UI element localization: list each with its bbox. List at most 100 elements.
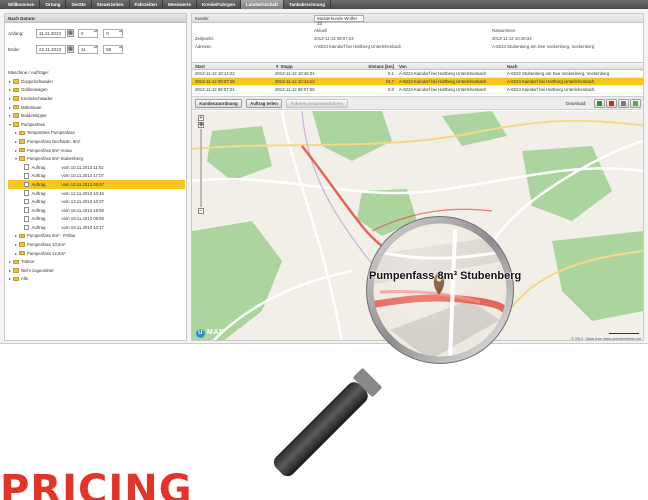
header-start[interactable]: Start xyxy=(192,63,272,69)
tree-node[interactable]: ▸ Muldenkipper xyxy=(8,111,185,120)
folder-icon xyxy=(19,147,25,153)
collapsed-arrow-icon[interactable]: ▸ xyxy=(8,79,12,84)
collapsed-arrow-icon[interactable]: ▸ xyxy=(8,259,12,264)
end-hour-spinner[interactable]: 11 xyxy=(78,44,98,54)
collapsed-arrow-icon[interactable]: ▸ xyxy=(14,233,18,238)
auftrag-teilen-button[interactable]: Auftrag teilen xyxy=(246,99,282,108)
tree-node[interactable]: ▸ Pumpenfass 12,5m³ xyxy=(8,249,185,258)
print-download-button[interactable] xyxy=(618,99,629,108)
pricing-heading: PRICING xyxy=(0,467,193,500)
start-label: Anfang: xyxy=(8,30,24,36)
end-minute-spinner[interactable]: 55 xyxy=(103,44,124,54)
header-stopp[interactable]: ▼ Stopp xyxy=(272,63,356,69)
calendar-icon[interactable]: ▦ xyxy=(67,29,74,37)
map-export-download-button[interactable] xyxy=(630,99,641,108)
order-item[interactable]: Auftrag vom 10.11.2013 11:02 xyxy=(8,163,185,172)
order-item[interactable]: Auftrag vom 19.11.2013 06:55 xyxy=(8,215,185,224)
magnified-order-label: Pumpenfass 8m³ Stubenberg xyxy=(369,270,522,282)
order-item[interactable]: Auftrag vom 10.11.2013 17:07 xyxy=(8,172,185,181)
header-distance[interactable]: Distanz [km] xyxy=(356,63,396,69)
start-hour-spinner[interactable]: 0 xyxy=(78,28,98,38)
zoom-in-button[interactable]: + xyxy=(198,115,204,121)
tree-node[interactable]: ▸ Doppelschwader xyxy=(8,77,185,86)
end-date-field[interactable]: 22.11.2013 xyxy=(36,44,66,54)
document-icon xyxy=(24,173,29,179)
order-item[interactable]: Auftrag vom 12.11.2013 10:46 xyxy=(8,189,185,198)
customer-field[interactable]: Musterkunde Wolfer 33 xyxy=(314,15,364,26)
document-icon xyxy=(24,190,29,196)
collapsed-arrow-icon[interactable]: ▸ xyxy=(8,268,12,273)
order-item[interactable]: Auftrag vom 13.11.2013 10:37 xyxy=(8,197,185,206)
folder-icon xyxy=(13,259,19,265)
action-toolbar: Kundenzuordnung Auftrag teilen Fahrten z… xyxy=(192,96,643,110)
header-nach[interactable]: Nach xyxy=(504,63,643,69)
table-row[interactable]: 2013-11-12 08:07:24 2013-11-12 08:07:55 0,… xyxy=(192,86,643,94)
tree-node-label: Doppelschwader xyxy=(21,78,54,84)
collapsed-arrow-icon[interactable]: ▸ xyxy=(8,87,12,92)
map-copyright: © 2013 · Maps from www.openstreetmap.org xyxy=(571,337,641,341)
table-row[interactable]: 2013-11-12 08:07:25 2013-11-12 10:14:22 15… xyxy=(192,78,643,86)
tree-node[interactable]: ▸ Nicht zugeordnet xyxy=(8,266,185,275)
nav-tab[interactable]: Willkommen xyxy=(3,0,41,9)
tree-node[interactable]: ▸ Pumpenfass 8m³ - Pöllau xyxy=(8,232,185,241)
collapsed-arrow-icon[interactable]: ▸ xyxy=(8,96,12,101)
customer-label: Kunde: xyxy=(195,16,210,21)
order-item[interactable]: Auftrag vom 12.11.2013 08:07 xyxy=(8,180,185,189)
expanded-arrow-icon[interactable]: ▾ xyxy=(14,156,18,161)
left-panel: Nach Datum: Anfang: 11.11.2013 ▦ 0 : 0 E… xyxy=(4,13,187,341)
folder-icon xyxy=(19,242,25,247)
order-item[interactable]: Auftrag vom 18.11.2013 15:58 xyxy=(8,206,185,215)
zoom-out-button[interactable]: − xyxy=(198,208,204,214)
collapsed-arrow-icon[interactable]: ▸ xyxy=(8,105,12,110)
order-item[interactable]: Auftrag vom 19.11.2013 10:17 xyxy=(8,223,185,232)
nav-tab[interactable]: Messwerte xyxy=(163,0,198,9)
tree-node-label: Auftrag xyxy=(31,207,46,213)
tree-node[interactable]: ▸ Pumpenfass 10,5m³ xyxy=(8,240,185,249)
tree-node[interactable]: ▾ Pumpenfass xyxy=(8,120,185,129)
nav-tab[interactable]: Steuerzeiten xyxy=(92,0,130,9)
start-date-field[interactable]: 11.11.2013 xyxy=(36,28,66,38)
map-view[interactable]: + ✥ − U MAP © 2013 · Maps from www.openst… xyxy=(192,111,643,341)
order-date: vom 19.11.2013 10:17 xyxy=(61,224,104,230)
pdf-download-button[interactable] xyxy=(606,99,617,108)
tree-node-label: Auftrag xyxy=(31,216,46,222)
tree-node-label: Nicht zugeordnet xyxy=(21,267,54,273)
trip-info: Aktuell Ratsummen Zeitpunkt: 2013-11-12 … xyxy=(192,24,643,60)
fahrten-zusammenfuehren-button[interactable]: Fahrten zusammenführen xyxy=(286,99,348,108)
map-canvas[interactable] xyxy=(192,111,643,341)
tree-node[interactable]: ▸ Traktor xyxy=(8,257,185,266)
start-minute-spinner[interactable]: 0 xyxy=(103,28,124,38)
tree-node[interactable]: ▸ Güldenwagen xyxy=(8,86,185,95)
collapsed-arrow-icon[interactable]: ▸ xyxy=(14,139,18,144)
nav-tab[interactable]: Geräte xyxy=(66,0,92,9)
collapsed-arrow-icon[interactable]: ▸ xyxy=(8,276,12,281)
tree-node[interactable]: ▸ Temporäres Pumpenfass xyxy=(8,129,185,138)
nav-tab[interactable]: Landwirtschaft xyxy=(241,0,285,9)
collapsed-arrow-icon[interactable]: ▸ xyxy=(14,251,18,256)
nav-tab[interactable]: Kreide/Fahrgen xyxy=(197,0,242,9)
header-von[interactable]: Von xyxy=(396,63,504,69)
expanded-arrow-icon[interactable]: ▾ xyxy=(8,122,12,127)
collapsed-arrow-icon[interactable]: ▸ xyxy=(8,113,12,118)
date-filter-header: Nach Datum: xyxy=(5,14,186,23)
tree-node[interactable]: ▾ Pumpenfass 8m³ Stubenberg xyxy=(8,154,185,163)
nav-tab[interactable]: Fahrzeiten xyxy=(130,0,164,9)
tree-node-label: Pumpenfass 12,5m³ xyxy=(27,250,66,256)
collapsed-arrow-icon[interactable]: ▸ xyxy=(14,242,18,247)
tree-node-label: Pumpenfass 8m³ Vorau xyxy=(27,147,72,153)
collapsed-arrow-icon[interactable]: ▸ xyxy=(14,130,18,135)
excel-download-button[interactable] xyxy=(594,99,605,108)
collapsed-arrow-icon[interactable]: ▸ xyxy=(14,148,18,153)
nav-tab[interactable]: Tankabrechnung xyxy=(284,0,331,9)
tree-node[interactable]: ▸ Pumpenfass Dechantn. 8m³ xyxy=(8,137,185,146)
tree-node[interactable]: ▸ Pumpenfass 8m³ Vorau xyxy=(8,146,185,155)
tree-node[interactable]: ▸ Alle xyxy=(8,275,185,284)
pan-button[interactable]: ✥ xyxy=(198,122,204,128)
tree-node[interactable]: ▸ Kreiselschwader xyxy=(8,94,185,103)
kundenzuordnung-button[interactable]: Kundenzuordnung xyxy=(195,99,242,108)
zoom-slider[interactable] xyxy=(200,129,202,207)
table-row[interactable]: 2013-11-12 10:14:22 2013-11-12 10:46:34 0,… xyxy=(192,70,643,78)
calendar-icon[interactable]: ▦ xyxy=(67,45,74,53)
tree-node[interactable]: ▸ Mähdrauer xyxy=(8,103,185,112)
nav-tab[interactable]: Ortung xyxy=(40,0,67,9)
